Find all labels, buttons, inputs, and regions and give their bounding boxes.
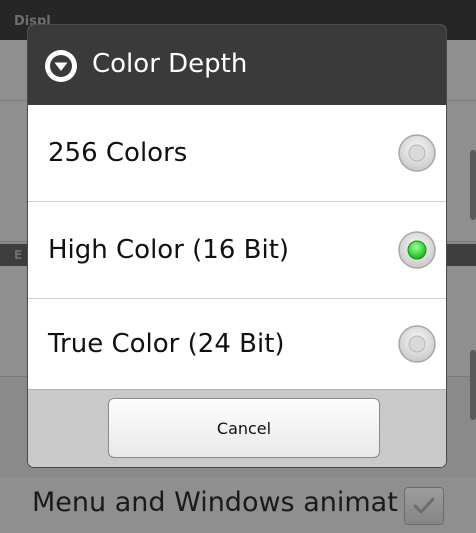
- menu-animation-checkbox[interactable]: [404, 487, 444, 525]
- dialog-title-bar: Color Depth: [28, 25, 446, 105]
- menu-animation-row[interactable]: Menu and Windows animat: [0, 477, 476, 533]
- screen: Displ E Menu and Windows animat Color De…: [0, 0, 476, 533]
- radio-selected-icon[interactable]: [397, 230, 437, 270]
- radio-unselected-icon[interactable]: [397, 133, 437, 173]
- option-high-color[interactable]: High Color (16 Bit): [28, 202, 446, 298]
- background-scrollbar: [470, 350, 476, 420]
- option-label: High Color (16 Bit): [48, 235, 290, 265]
- checkmark-icon: [413, 497, 435, 514]
- option-true-color[interactable]: True Color (24 Bit): [28, 299, 446, 389]
- circle-chevron-down-icon: [45, 50, 77, 82]
- option-label: True Color (24 Bit): [48, 329, 285, 359]
- menu-animation-label: Menu and Windows animat: [32, 487, 398, 518]
- background-scrollbar: [470, 150, 476, 220]
- option-256-colors[interactable]: 256 Colors: [28, 105, 446, 201]
- cancel-button[interactable]: Cancel: [108, 398, 380, 458]
- radio-unselected-icon[interactable]: [397, 324, 437, 364]
- dialog-button-bar: Cancel: [28, 389, 446, 467]
- dialog-title: Color Depth: [92, 49, 248, 79]
- background-section-label: E: [14, 248, 23, 262]
- option-label: 256 Colors: [48, 138, 188, 168]
- color-depth-dialog: Color Depth 256 Colors High Color (16 Bi…: [28, 25, 446, 467]
